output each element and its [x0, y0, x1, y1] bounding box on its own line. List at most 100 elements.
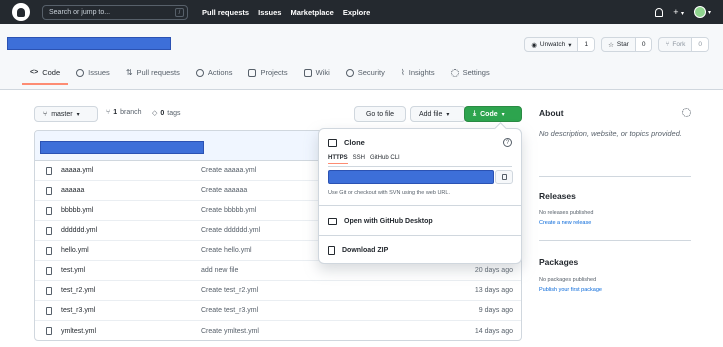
file-name[interactable]: aaaaaa	[61, 187, 84, 194]
file-name[interactable]: test_r2.yml	[61, 287, 95, 294]
clone-hint: Use Git or checkout with SVN using the w…	[328, 190, 450, 196]
tab-projects[interactable]: Projects	[240, 68, 295, 84]
tab-label: Settings	[462, 68, 490, 77]
file-name[interactable]: aaaaa.yml	[61, 167, 93, 174]
latest-commit-redacted[interactable]	[40, 141, 204, 154]
commit-message[interactable]: add new file	[201, 267, 238, 274]
file-icon	[46, 207, 52, 215]
tab-https[interactable]: HTTPS	[328, 155, 348, 164]
chevron-down-icon: ▾	[446, 111, 450, 118]
commit-message[interactable]: Create aaaaaa	[201, 187, 247, 194]
about-title: About	[539, 108, 564, 118]
nav-marketplace[interactable]: Marketplace	[290, 8, 333, 17]
open-with-desktop-button[interactable]: Open with GitHub Desktop	[328, 218, 433, 225]
code-button[interactable]: ⤓ Code ▾	[464, 106, 522, 122]
clone-url-input-redacted[interactable]	[328, 170, 494, 184]
file-icon	[46, 307, 52, 315]
table-row[interactable]: test.yml add new file 20 days ago	[35, 261, 521, 281]
gear-icon	[450, 68, 459, 77]
branches-link[interactable]: ⑂ 1 branch	[106, 109, 142, 116]
tab-code[interactable]: <> Code	[22, 68, 69, 85]
releases-empty-text: No releases published	[539, 210, 594, 216]
repo-title-redacted[interactable]	[7, 37, 171, 50]
go-to-file-button[interactable]: Go to file	[354, 106, 406, 122]
star-button[interactable]: ☆ Star 0	[601, 37, 653, 52]
table-row[interactable]: test_r3.yml Create test_r3.yml 9 days ago	[35, 301, 521, 321]
file-name[interactable]: test.yml	[61, 267, 85, 274]
repo-tabs: <> Code Issues ⇅ Pull requests Actions Pro…	[22, 68, 498, 85]
nav-explore[interactable]: Explore	[343, 8, 371, 17]
tab-label: Issues	[88, 68, 110, 77]
publish-package-link[interactable]: Publish your first package	[539, 287, 602, 293]
branch-selector[interactable]: ⑂ master ▾	[34, 106, 98, 122]
commit-message[interactable]: Create test_r2.yml	[201, 287, 258, 294]
tab-ssh[interactable]: SSH	[353, 155, 365, 164]
search-input[interactable]: Search or jump to... /	[42, 4, 188, 20]
star-count: 0	[634, 38, 652, 51]
chevron-down-icon: ▾	[707, 9, 711, 16]
notification-bell-icon[interactable]	[655, 7, 664, 17]
tab-issues[interactable]: Issues	[68, 68, 118, 84]
file-toolbar: ⑂ master ▾ ⑂ 1 branch ◇ 0 tags Go to fil…	[34, 106, 522, 122]
help-icon[interactable]: ?	[503, 138, 512, 147]
table-row[interactable]: ymltest.yml Create ymltest.yml 14 days ago	[35, 321, 521, 340]
commit-message[interactable]: Create dddddd.yml	[201, 227, 260, 234]
tab-pull-requests[interactable]: ⇅ Pull requests	[118, 68, 188, 84]
download-zip-button[interactable]: Download ZIP	[328, 246, 388, 255]
tab-insights[interactable]: ⌇ Insights	[393, 68, 443, 84]
tab-label: Actions	[207, 68, 233, 77]
avatar	[693, 6, 706, 18]
gear-icon[interactable]	[682, 108, 691, 117]
file-name[interactable]: dddddd.yml	[61, 227, 97, 234]
nav-pull-requests[interactable]: Pull requests	[202, 8, 249, 17]
commit-message[interactable]: Create aaaaa.yml	[201, 167, 256, 174]
tab-wiki[interactable]: Wiki	[296, 68, 338, 84]
search-placeholder: Search or jump to...	[49, 8, 111, 16]
code-icon: <>	[30, 69, 39, 76]
watch-button[interactable]: ◉ Unwatch ▾ 1	[524, 37, 596, 52]
tab-github-cli[interactable]: GitHub CLI	[370, 155, 400, 164]
download-icon: ⤓	[473, 110, 477, 117]
tags-link[interactable]: ◇ 0 tags	[152, 109, 181, 118]
packages-title[interactable]: Packages	[539, 257, 578, 267]
divider	[328, 166, 512, 167]
star-icon: ☆	[608, 41, 614, 49]
commit-message[interactable]: Create hello.yml	[201, 247, 252, 254]
packages-empty-text: No packages published	[539, 277, 597, 283]
file-name[interactable]: test_r3.yml	[61, 307, 95, 314]
repo-actions: ◉ Unwatch ▾ 1 ☆ Star 0 ⑂ Fork 0	[524, 37, 709, 52]
tab-actions[interactable]: Actions	[188, 68, 241, 84]
pull-request-icon: ⇅	[125, 68, 133, 77]
copy-button[interactable]	[495, 170, 513, 184]
tab-settings[interactable]: Settings	[443, 68, 498, 84]
divider	[319, 235, 521, 236]
fork-button[interactable]: ⑂ Fork 0	[658, 37, 709, 52]
plus-icon: +	[673, 7, 679, 17]
branch-count-label: branch	[120, 109, 142, 116]
file-name[interactable]: hello.yml	[61, 247, 89, 254]
zip-icon	[328, 246, 335, 255]
create-release-link[interactable]: Create a new release	[539, 220, 591, 226]
file-name[interactable]: bbbbb.yml	[61, 207, 93, 214]
releases-title[interactable]: Releases	[539, 191, 576, 201]
fork-icon: ⑂	[665, 41, 670, 48]
add-file-button[interactable]: Add file ▾	[410, 106, 466, 122]
commit-message[interactable]: Create ymltest.yml	[201, 328, 259, 335]
play-icon	[195, 68, 204, 77]
clone-title: Clone	[344, 138, 365, 147]
nav-issues[interactable]: Issues	[258, 8, 281, 17]
commit-message[interactable]: Create test_r3.yml	[201, 307, 258, 314]
user-menu[interactable]: ▾	[693, 6, 711, 18]
commit-age: 13 days ago	[474, 287, 513, 294]
tag-count: 0	[160, 109, 165, 117]
file-icon	[46, 227, 52, 235]
github-logo-icon[interactable]	[12, 3, 30, 21]
about-description: No description, website, or topics provi…	[539, 129, 682, 138]
table-row[interactable]: test_r2.yml Create test_r2.yml 13 days ago	[35, 281, 521, 301]
tab-security[interactable]: Security	[338, 68, 393, 84]
search-shortcut-hint: /	[175, 7, 184, 17]
watch-label: Unwatch	[539, 41, 566, 48]
file-name[interactable]: ymltest.yml	[61, 328, 96, 335]
create-new-button[interactable]: + ▾	[673, 7, 684, 17]
commit-message[interactable]: Create bbbbb.yml	[201, 207, 256, 214]
